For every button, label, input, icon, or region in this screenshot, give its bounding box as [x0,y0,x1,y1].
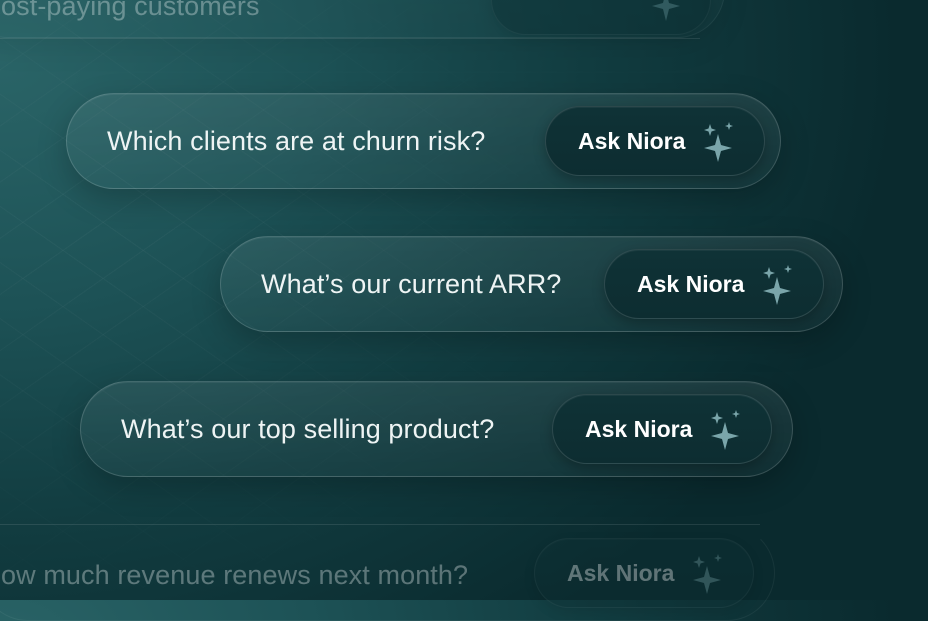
sparkle-icon [704,122,733,162]
ask-niora-label: Ask Niora [637,270,745,297]
sparkle-icon [763,265,792,305]
ask-niora-button[interactable] [491,0,711,35]
ask-niora-button[interactable]: Ask Niora [534,538,754,608]
prompt-question: What’s our current ARR? [261,268,562,299]
prompt-pill-bottom-partial[interactable]: ow much revenue renews next month? Ask N… [0,525,775,621]
prompt-pill-top-partial[interactable]: ost-paying customers [0,0,725,38]
prompt-question: What’s our top selling product? [121,413,495,444]
prompt-question: Which clients are at churn risk? [107,125,486,156]
prompt-pill[interactable]: What’s our top selling product? Ask Nior… [80,381,793,477]
ask-niora-button[interactable]: Ask Niora [552,394,772,464]
ask-niora-button[interactable]: Ask Niora [604,249,824,319]
prompt-question: ost-paying customers [1,0,260,21]
prompt-question: ow much revenue renews next month? [1,559,469,590]
prompt-pill[interactable]: Which clients are at churn risk? Ask Nio… [66,93,781,189]
sparkle-icon [693,554,722,594]
prompt-pill[interactable]: What’s our current ARR? Ask Niora [220,236,843,332]
ask-niora-label: Ask Niora [585,415,693,442]
sparkle-icon [711,410,740,450]
ask-niora-label: Ask Niora [567,559,675,586]
divider-line [0,38,700,39]
sparkle-icon [652,0,680,21]
ask-niora-button[interactable]: Ask Niora [545,106,765,176]
ask-niora-label: Ask Niora [578,127,686,154]
